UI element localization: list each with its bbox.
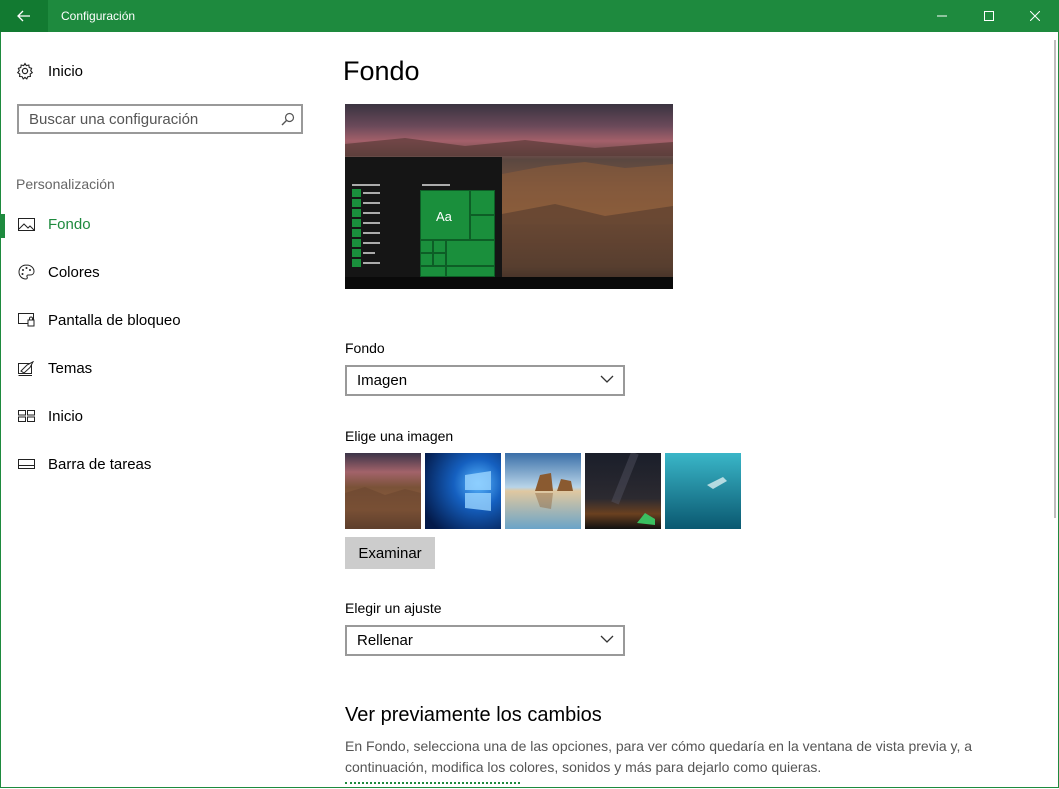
back-arrow-icon — [17, 10, 30, 22]
background-preview: Aa — [345, 104, 673, 289]
chevron-down-icon — [600, 635, 614, 643]
window-title: Configuración — [61, 9, 136, 23]
scrollbar[interactable] — [1054, 40, 1056, 518]
maximize-icon — [984, 11, 994, 21]
preview-tile — [433, 240, 446, 253]
sidebar-item-temas[interactable]: Temas — [0, 348, 320, 388]
sidebar-item-fondo[interactable]: Fondo — [0, 204, 320, 244]
preview-tile-label: Aa — [436, 209, 452, 224]
taskbar-icon — [17, 455, 35, 473]
preview-tile — [420, 253, 433, 266]
sidebar-item-label: Temas — [48, 359, 93, 377]
chevron-down-icon — [600, 375, 614, 383]
windows-logo-thumbnail[interactable] — [425, 453, 501, 529]
back-button[interactable] — [0, 0, 48, 32]
section-label: Personalización — [16, 176, 115, 192]
beach-rocks-thumbnail[interactable] — [505, 453, 581, 529]
title-bar: Configuración — [0, 0, 1059, 32]
maximize-button[interactable] — [966, 0, 1012, 32]
preview-tile — [470, 190, 495, 215]
page-title: Fondo — [343, 56, 420, 86]
preview-taskbar — [345, 277, 673, 289]
preview-tile — [446, 240, 495, 266]
start-icon — [17, 407, 35, 425]
sidebar-item-label: Pantalla de bloqueo — [48, 311, 181, 329]
sidebar-item-pantalla-de-bloqueo[interactable]: Pantalla de bloqueo — [0, 300, 320, 340]
preview-tile — [433, 253, 446, 266]
home-link[interactable]: Inicio — [16, 62, 83, 80]
home-label: Inicio — [48, 62, 84, 80]
preview-tile — [446, 266, 495, 277]
preview-tile — [420, 266, 446, 277]
active-indicator — [0, 214, 5, 238]
background-label: Fondo — [345, 340, 385, 356]
choose-image-label: Elige una imagen — [345, 428, 454, 444]
night-sky-thumbnail[interactable] — [585, 453, 661, 529]
preview-large-tile: Aa — [420, 190, 470, 240]
search-box[interactable] — [17, 104, 303, 134]
sidebar-item-label: Fondo — [48, 215, 91, 233]
themes-icon — [17, 359, 35, 377]
fit-dropdown[interactable]: Rellenar — [345, 625, 625, 656]
sidebar-item-label: Colores — [48, 263, 100, 281]
close-icon — [1030, 11, 1040, 21]
background-dropdown-value: Imagen — [357, 372, 408, 389]
background-dropdown[interactable]: Imagen — [345, 365, 625, 396]
browse-button[interactable]: Examinar — [345, 537, 435, 569]
preview-changes-description: En Fondo, selecciona una de las opciones… — [345, 738, 973, 775]
image-icon — [17, 215, 35, 233]
sidebar-item-label: Barra de tareas — [48, 455, 152, 473]
sidebar-item-barra-de-tareas[interactable]: Barra de tareas — [0, 444, 320, 484]
close-button[interactable] — [1012, 0, 1058, 32]
preview-tile — [470, 215, 495, 240]
underwater-thumbnail[interactable] — [665, 453, 741, 529]
search-input[interactable] — [29, 106, 269, 132]
sidebar-item-inicio[interactable]: Inicio — [0, 396, 320, 436]
help-link-partial[interactable] — [345, 782, 520, 788]
choose-fit-label: Elegir un ajuste — [345, 600, 442, 616]
gear-icon — [16, 62, 34, 80]
preview-changes-heading: Ver previamente los cambios — [345, 704, 602, 726]
lock-screen-icon — [17, 311, 35, 329]
sidebar-item-label: Inicio — [48, 407, 84, 425]
palette-icon — [17, 263, 35, 281]
canyon-thumbnail[interactable] — [345, 453, 421, 529]
sidebar-item-colores[interactable]: Colores — [0, 252, 320, 292]
preview-tile — [420, 240, 433, 253]
minimize-button[interactable] — [919, 0, 965, 32]
fit-dropdown-value: Rellenar — [357, 632, 413, 649]
minimize-icon — [937, 15, 947, 17]
search-icon — [281, 112, 295, 126]
